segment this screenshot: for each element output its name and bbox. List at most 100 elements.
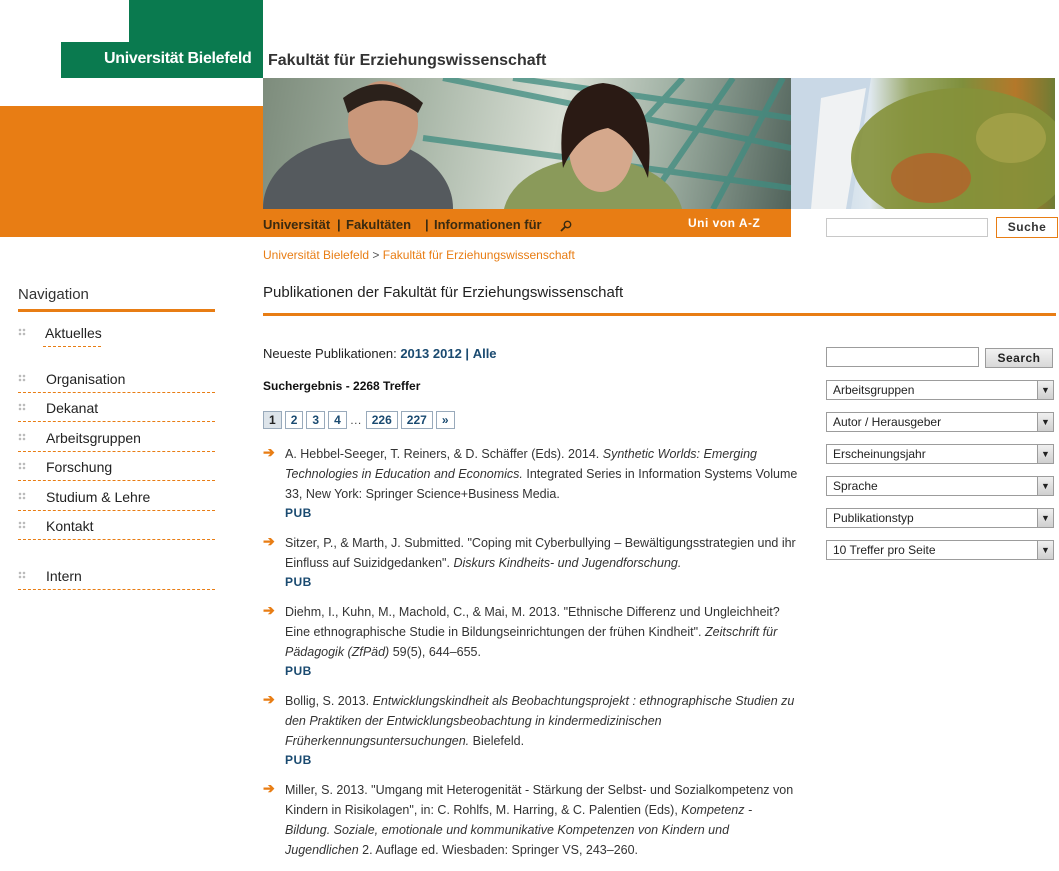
pub-link[interactable]: PUB bbox=[285, 504, 798, 522]
nav-label: Studium & Lehre bbox=[46, 489, 151, 505]
navigation-rule bbox=[18, 309, 215, 312]
nav-bullet-icon bbox=[18, 433, 26, 441]
nav-item-aktuelles[interactable]: Aktuelles bbox=[43, 318, 102, 347]
top-navigation-bar: Universität | Fakultäten | Informationen… bbox=[263, 209, 791, 237]
nav-item-kontakt[interactable]: Kontakt bbox=[18, 511, 215, 540]
filter-autor-select[interactable]: Autor / Herausgeber ▼ bbox=[826, 412, 1054, 432]
publication-search-input[interactable] bbox=[826, 347, 979, 367]
arrow-right-icon: ➔ bbox=[263, 691, 275, 707]
nav-bullet-icon bbox=[18, 462, 26, 470]
nav-bullet-icon bbox=[18, 571, 26, 579]
logo-notch bbox=[61, 0, 129, 42]
result-count: Suchergebnis - 2268 Treffer bbox=[263, 379, 421, 393]
publication-item: ➔ Miller, S. 2013. "Umgang mit Heterogen… bbox=[263, 780, 798, 860]
page-2-button[interactable]: 2 bbox=[284, 411, 304, 429]
dropdown-arrow-icon: ▼ bbox=[1037, 541, 1053, 559]
select-value: Publikationstyp bbox=[833, 511, 914, 525]
navigation-title: Navigation bbox=[18, 286, 89, 303]
nav-item-arbeitsgruppen[interactable]: Arbeitsgruppen bbox=[18, 423, 215, 452]
dropdown-arrow-icon: ▼ bbox=[1037, 381, 1053, 399]
dropdown-arrow-icon: ▼ bbox=[1037, 477, 1053, 495]
newest-label: Neueste Publikationen: bbox=[263, 346, 397, 361]
hero-photo bbox=[263, 78, 791, 209]
nav-item-intern[interactable]: Intern bbox=[18, 561, 215, 590]
nav-label: Arbeitsgruppen bbox=[46, 430, 141, 446]
publication-citation: Miller, S. 2013. "Umgang mit Heterogenit… bbox=[285, 783, 794, 857]
select-value: Autor / Herausgeber bbox=[833, 415, 942, 429]
page-next-button[interactable]: » bbox=[435, 411, 455, 429]
header-orange-band bbox=[0, 106, 263, 237]
topnav-separator: | bbox=[425, 217, 429, 232]
nav-label: Forschung bbox=[46, 459, 113, 475]
nav-item-forschung[interactable]: Forschung bbox=[18, 452, 215, 481]
pub-link[interactable]: PUB bbox=[285, 751, 798, 769]
filter-publikationstyp-select[interactable]: Publikationstyp ▼ bbox=[826, 508, 1054, 528]
breadcrumb-home[interactable]: Universität Bielefeld bbox=[263, 248, 369, 262]
nav-label: Organisation bbox=[46, 371, 126, 387]
nav-label: Kontakt bbox=[46, 518, 94, 534]
university-logo-text[interactable]: Universität Bielefeld bbox=[104, 50, 252, 68]
nav-item-organisation[interactable]: Organisation bbox=[18, 364, 215, 393]
topnav-universitaet[interactable]: Universität bbox=[263, 217, 330, 232]
arrow-right-icon: ➔ bbox=[263, 602, 275, 618]
pub-link[interactable]: PUB bbox=[285, 573, 798, 591]
select-value: Sprache bbox=[833, 479, 878, 493]
search-magnifier-icon bbox=[560, 220, 572, 232]
site-search-button[interactable]: Suche bbox=[996, 217, 1058, 238]
filter-sprache-select[interactable]: Sprache ▼ bbox=[826, 476, 1054, 496]
page-title: Publikationen der Fakultät für Erziehung… bbox=[263, 284, 624, 301]
breadcrumb: Universität Bielefeld > Fakultät für Erz… bbox=[263, 248, 575, 262]
topnav-informationen[interactable]: Informationen für bbox=[434, 217, 542, 232]
nav-item-studium-lehre[interactable]: Studium & Lehre bbox=[18, 482, 215, 511]
nav-bullet-icon bbox=[18, 374, 26, 382]
select-value: Arbeitsgruppen bbox=[833, 383, 915, 397]
publication-citation: Diehm, I., Kuhn, M., Machold, C., & Mai,… bbox=[285, 605, 780, 659]
nav-label: Aktuelles bbox=[45, 325, 102, 341]
dropdown-arrow-icon: ▼ bbox=[1037, 445, 1053, 463]
nav-bullet-icon bbox=[18, 492, 26, 500]
filter-arbeitsgruppen-select[interactable]: Arbeitsgruppen ▼ bbox=[826, 380, 1054, 400]
nav-label: Dekanat bbox=[46, 400, 99, 416]
page-3-button[interactable]: 3 bbox=[306, 411, 326, 429]
page-226-button[interactable]: 226 bbox=[365, 411, 398, 429]
publication-citation: Bollig, S. 2013. Entwicklungskindheit al… bbox=[285, 694, 795, 748]
publication-item: ➔ Bollig, S. 2013. Entwicklungskindheit … bbox=[263, 691, 798, 769]
arrow-right-icon: ➔ bbox=[263, 444, 275, 460]
pagination: 1 2 3 4… 226 227» bbox=[263, 411, 458, 429]
newest-link-2012[interactable]: 2012 bbox=[433, 346, 462, 361]
newest-separator: | bbox=[465, 346, 470, 361]
filter-treffer-select[interactable]: 10 Treffer pro Seite ▼ bbox=[826, 540, 1054, 560]
page-227-button[interactable]: 227 bbox=[400, 411, 433, 429]
newest-publications: Neueste Publikationen: 2013 2012 | Alle bbox=[263, 346, 497, 361]
topnav-separator: | bbox=[337, 217, 341, 232]
site-search-input[interactable] bbox=[826, 218, 988, 237]
arrow-right-icon: ➔ bbox=[263, 533, 275, 549]
page-ellipsis: … bbox=[349, 413, 362, 427]
nav-bullet-icon bbox=[18, 403, 26, 411]
nav-item-dekanat[interactable]: Dekanat bbox=[18, 393, 215, 422]
publication-item: ➔ A. Hebbel-Seeger, T. Reiners, & D. Sch… bbox=[263, 444, 798, 522]
select-value: Erscheinungsjahr bbox=[833, 447, 926, 461]
select-value: 10 Treffer pro Seite bbox=[833, 543, 936, 557]
publication-search-button[interactable]: Search bbox=[985, 348, 1053, 368]
publication-citation: Sitzer, P., & Marth, J. Submitted. "Copi… bbox=[285, 536, 796, 570]
pub-link[interactable]: PUB bbox=[285, 662, 798, 680]
arrow-right-icon: ➔ bbox=[263, 780, 275, 796]
publication-citation: A. Hebbel-Seeger, T. Reiners, & D. Schäf… bbox=[285, 447, 798, 501]
breadcrumb-current[interactable]: Fakultät für Erziehungswissenschaft bbox=[383, 248, 575, 262]
breadcrumb-separator: > bbox=[372, 248, 380, 262]
dropdown-arrow-icon: ▼ bbox=[1037, 413, 1053, 431]
newest-link-2013[interactable]: 2013 bbox=[400, 346, 429, 361]
publication-item: ➔ Diehm, I., Kuhn, M., Machold, C., & Ma… bbox=[263, 602, 798, 680]
dropdown-arrow-icon: ▼ bbox=[1037, 509, 1053, 527]
topnav-fakultaeten[interactable]: Fakultäten bbox=[346, 217, 411, 232]
publication-item: ➔ Sitzer, P., & Marth, J. Submitted. "Co… bbox=[263, 533, 798, 591]
nav-bullet-icon bbox=[18, 328, 26, 336]
newest-link-alle[interactable]: Alle bbox=[473, 346, 497, 361]
page-1-button[interactable]: 1 bbox=[263, 411, 282, 429]
publication-list: ➔ A. Hebbel-Seeger, T. Reiners, & D. Sch… bbox=[263, 444, 798, 871]
page-4-button[interactable]: 4 bbox=[328, 411, 347, 429]
filter-erscheinungsjahr-select[interactable]: Erscheinungsjahr ▼ bbox=[826, 444, 1054, 464]
uni-a-z-link[interactable]: Uni von A-Z bbox=[688, 216, 760, 230]
heading-rule bbox=[263, 313, 1056, 316]
